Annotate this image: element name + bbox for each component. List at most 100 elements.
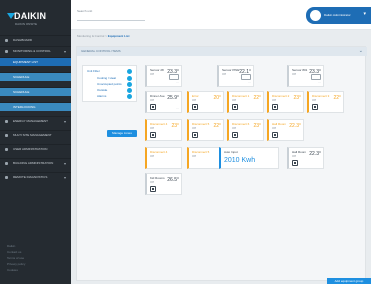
footer-link[interactable]: Privacy policy bbox=[7, 262, 25, 266]
unit-card-warning[interactable]: Hall Room Off 22.3° bbox=[267, 119, 304, 141]
unit-card-warning[interactable]: Disconnect 4 Off 23° bbox=[145, 119, 182, 141]
footer-link[interactable]: Contact us bbox=[7, 250, 21, 254]
more-icon[interactable]: ⋯ bbox=[248, 80, 251, 84]
unit-icon bbox=[272, 104, 278, 110]
more-icon[interactable]: ⋯ bbox=[318, 80, 321, 84]
unit-temperature: 25.9° bbox=[167, 95, 179, 101]
filter-item[interactable]: Unoccupied points bbox=[97, 82, 122, 86]
sidebar-item-schedule[interactable]: SCHEDULE bbox=[0, 72, 71, 81]
unit-status: Off bbox=[192, 98, 196, 102]
unit-card[interactable]: Sensor 28 Off 23.3° ⋯ bbox=[145, 65, 182, 87]
check-icon[interactable] bbox=[127, 69, 132, 74]
unit-icon bbox=[292, 160, 298, 166]
filter-item[interactable]: Cooling / Heat bbox=[97, 76, 116, 80]
footer-link[interactable]: Terms of use bbox=[7, 256, 24, 260]
sidebar-item-label: INTERLOCKING bbox=[13, 105, 36, 109]
sidebar-item-label: BUILDING ADMINISTRATION bbox=[13, 161, 54, 165]
unit-icon bbox=[150, 104, 156, 110]
sidebar-item-user-admin[interactable]: USER ADMINISTRATION bbox=[0, 144, 71, 153]
unit-card-warning[interactable]: Disconnect 3 Off 22° bbox=[307, 91, 344, 113]
user-name: Daikin Administrator bbox=[324, 13, 351, 17]
filter-item[interactable]: Alarms bbox=[97, 94, 106, 98]
user-icon bbox=[5, 148, 8, 151]
sidebar-item-label: MULTI SITE MANAGEMENT bbox=[13, 133, 52, 137]
unit-card-warning[interactable]: Disconnect 2 Off 23° bbox=[267, 91, 304, 113]
sidebar-item-monitoring[interactable]: MONITORING & CONTROL ▾ bbox=[0, 46, 71, 55]
unit-card[interactable]: Kid Rooms Off 26.5° bbox=[145, 173, 182, 195]
unit-icon bbox=[150, 132, 156, 138]
main-content: Monitoring & Control > Equipment List GE… bbox=[71, 30, 371, 284]
unit-status: Off bbox=[150, 72, 154, 76]
unit-temperature: 22° bbox=[253, 95, 261, 101]
unit-card-warning[interactable]: Disconnect 1 Off 22° bbox=[227, 91, 264, 113]
sidebar-item-building-admin[interactable]: BUILDING ADMINISTRATION ▾ bbox=[0, 158, 71, 167]
footer-link[interactable]: Daikin bbox=[7, 244, 15, 248]
user-menu[interactable]: Daikin Administrator ▾ bbox=[306, 7, 371, 24]
unit-card-warning[interactable]: Disconnect 4 Off bbox=[145, 147, 182, 169]
unit-card-warning[interactable]: Disconnect 5 Off 22° bbox=[187, 119, 224, 141]
sidebar-item-interlocking[interactable]: INTERLOCKING bbox=[0, 102, 71, 111]
unit-status: Off bbox=[272, 126, 276, 130]
unit-icon bbox=[150, 186, 156, 192]
sidebar-item-remote-diagnostics[interactable]: REMOTE DIAGNOSTICS ▾ bbox=[0, 172, 71, 181]
manage-zones-button[interactable]: Manage zones bbox=[107, 130, 137, 137]
filter-item[interactable]: Outside bbox=[97, 88, 107, 92]
sidebar-item-multi-site[interactable]: MULTI SITE MANAGEMENT bbox=[0, 130, 71, 139]
more-icon[interactable]: ⋯ bbox=[176, 106, 179, 110]
sidebar-item-label: SCHEDULE bbox=[13, 75, 30, 79]
breadcrumb: Monitoring & Control > Equipment List bbox=[77, 34, 129, 38]
check-icon[interactable] bbox=[127, 76, 132, 81]
unit-icon bbox=[272, 132, 278, 138]
diagnostics-icon bbox=[5, 176, 8, 179]
site-icon bbox=[5, 134, 8, 137]
equipment-panel: GENERAL CONTROL ITEMS ⌄ Unit Filter Cool… bbox=[76, 46, 367, 281]
unit-card-warning[interactable]: Disconnect 6 Off 23° bbox=[227, 119, 264, 141]
unit-card[interactable]: Hall Room Off 22.3° bbox=[287, 147, 324, 169]
unit-card-warning[interactable]: Error Off 20° bbox=[187, 91, 224, 113]
unit-card[interactable]: Sensor 801 Off 23.3° ⋯ bbox=[287, 65, 324, 87]
unit-temperature: 22° bbox=[333, 95, 341, 101]
footer-link[interactable]: Cookies bbox=[7, 268, 18, 272]
sidebar-item-label: ENERGY MANAGEMENT bbox=[13, 119, 48, 123]
unit-status: Off bbox=[272, 98, 276, 102]
energy-value: 2010 Kwh bbox=[224, 157, 256, 164]
unit-status: Off bbox=[192, 154, 196, 158]
avatar bbox=[310, 10, 321, 21]
unit-temperature: 22.3° bbox=[289, 123, 301, 129]
logo-wordmark: DAIKIN bbox=[14, 11, 47, 21]
check-icon[interactable] bbox=[127, 82, 132, 87]
add-equipment-group-button[interactable]: Add equipment group bbox=[327, 278, 371, 284]
check-icon[interactable] bbox=[127, 88, 132, 93]
unit-temperature: 23° bbox=[293, 95, 301, 101]
unit-status: Off bbox=[150, 126, 154, 130]
more-icon[interactable]: ⋯ bbox=[176, 80, 179, 84]
unit-status: Off bbox=[222, 72, 226, 76]
sidebar-item-label: REMOTE DIAGNOSTICS bbox=[13, 175, 48, 179]
unit-status: Off bbox=[150, 154, 154, 158]
panel-header[interactable]: GENERAL CONTROL ITEMS ⌄ bbox=[77, 47, 367, 56]
sidebar-item-label: DASHBOARD bbox=[13, 38, 33, 42]
search-input[interactable] bbox=[77, 14, 145, 21]
unit-icon bbox=[312, 104, 318, 110]
unit-card[interactable]: Sensor PINE Off 22.1° ⋯ bbox=[217, 65, 254, 87]
header: Search unit Daikin Administrator ▾ bbox=[71, 0, 371, 30]
sidebar-item-equipment-list[interactable]: EQUIPMENT LIST bbox=[0, 57, 71, 66]
unit-status: Off bbox=[232, 98, 236, 102]
monitor-icon bbox=[5, 50, 8, 53]
chevron-down-icon[interactable]: ⌄ bbox=[359, 48, 363, 54]
filter-item[interactable]: Unit Filter bbox=[87, 69, 100, 73]
sidebar-item-schedule-2[interactable]: SCHEDULE bbox=[0, 87, 71, 96]
energy-card[interactable]: Auto Input 2010 Kwh bbox=[219, 147, 279, 169]
breadcrumb-current: Equipment List bbox=[107, 34, 130, 38]
search-label: Search unit bbox=[77, 9, 93, 13]
breadcrumb-path[interactable]: Monitoring & Control > bbox=[77, 34, 107, 38]
unit-temperature: 22° bbox=[213, 123, 221, 129]
check-icon[interactable] bbox=[127, 94, 132, 99]
unit-card[interactable]: Dinner Ave Off 25.9° ⋯ bbox=[145, 91, 182, 113]
unit-temperature: 23° bbox=[171, 123, 179, 129]
sidebar-item-energy[interactable]: ENERGY MANAGEMENT ▾ bbox=[0, 116, 71, 125]
dashboard-icon bbox=[5, 39, 8, 42]
chevron-down-icon: ▾ bbox=[63, 49, 66, 54]
sidebar-item-dashboard[interactable]: DASHBOARD bbox=[0, 35, 71, 44]
unit-temperature: 20° bbox=[213, 95, 221, 101]
